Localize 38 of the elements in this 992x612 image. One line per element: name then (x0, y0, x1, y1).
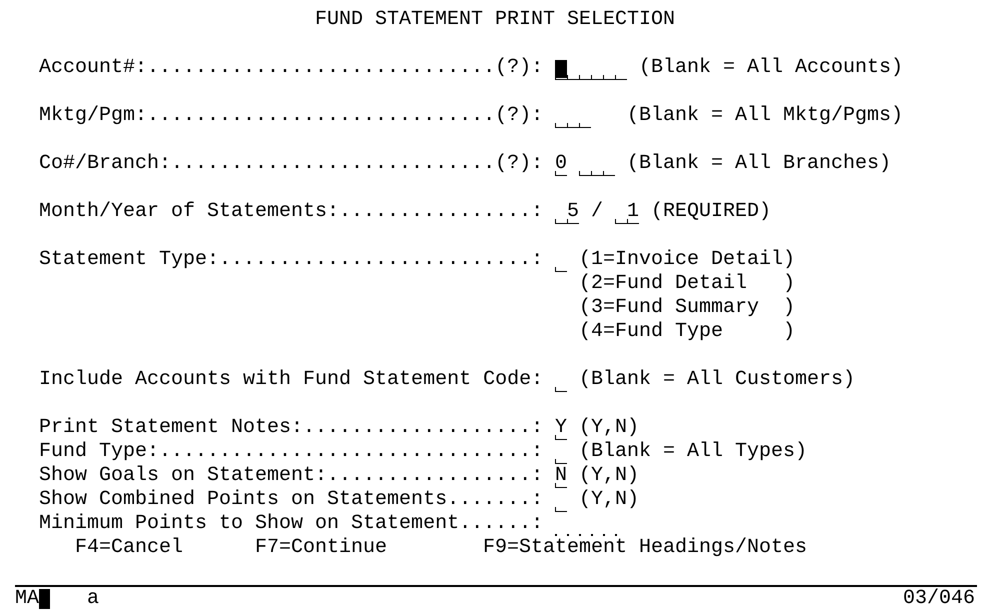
field-hint: (Y,N) (579, 464, 640, 488)
function-key-hint: F9=Statement Headings/Notes (483, 536, 808, 560)
field-label: Print Statement Notes:...................: (39, 416, 544, 440)
field-label: Month/Year of Statements:................: (39, 200, 544, 224)
field-label: Fund Type:...............................: (39, 440, 544, 464)
field-label: Account#:.............................(?): (39, 56, 544, 80)
field-hint: (Y,N) (579, 416, 640, 440)
field-label: Include Accounts with Fund Statement Code: (39, 368, 544, 392)
option-legend: (2=Fund Detail ) (579, 272, 796, 296)
system-status: MA (15, 587, 40, 611)
input-field[interactable]: 1 (615, 200, 639, 224)
screen-title: FUND STATEMENT PRINT SELECTION (315, 8, 676, 32)
option-legend: (4=Fund Type ) (579, 320, 796, 344)
function-key-hint: F7=Continue (255, 536, 388, 560)
field-label: Statement Type:..........................: (39, 248, 544, 272)
field-hint: (Blank = All Branches) (627, 152, 892, 176)
field-hint: (Blank = All Types) (579, 440, 808, 464)
cursor-position: 03/046 (903, 587, 976, 611)
input-field[interactable]: Y (555, 416, 567, 440)
input-mode: a (87, 587, 100, 611)
field-hint: (Y,N) (579, 488, 640, 512)
field-hint: (Blank = All Customers) (579, 368, 856, 392)
status-block-icon (39, 589, 50, 609)
function-key-hint: F4=Cancel (75, 536, 184, 560)
field-label: Show Combined Points on Statements.......: (39, 488, 544, 512)
field-hint: (REQUIRED) (651, 200, 772, 224)
field-hint: (Blank = All Accounts) (639, 56, 904, 80)
field-label: Co#/Branch:...........................(?): (39, 152, 544, 176)
field-label: Show Goals on Statement:.................: (39, 464, 544, 488)
input-field[interactable]: N (555, 464, 567, 488)
option-legend: (1=Invoice Detail) (579, 248, 796, 272)
field-label: Mktg/Pgm:.............................(?): (39, 104, 544, 128)
input-field[interactable]: 5 (555, 200, 579, 224)
field-hint: (Blank = All Mktg/Pgms) (627, 104, 904, 128)
field-label: Minimum Points to Show on Statement......: (39, 512, 544, 536)
input-field[interactable]: 0 (555, 152, 567, 176)
option-legend: (3=Fund Summary ) (579, 296, 796, 320)
date-separator: / (591, 200, 604, 224)
